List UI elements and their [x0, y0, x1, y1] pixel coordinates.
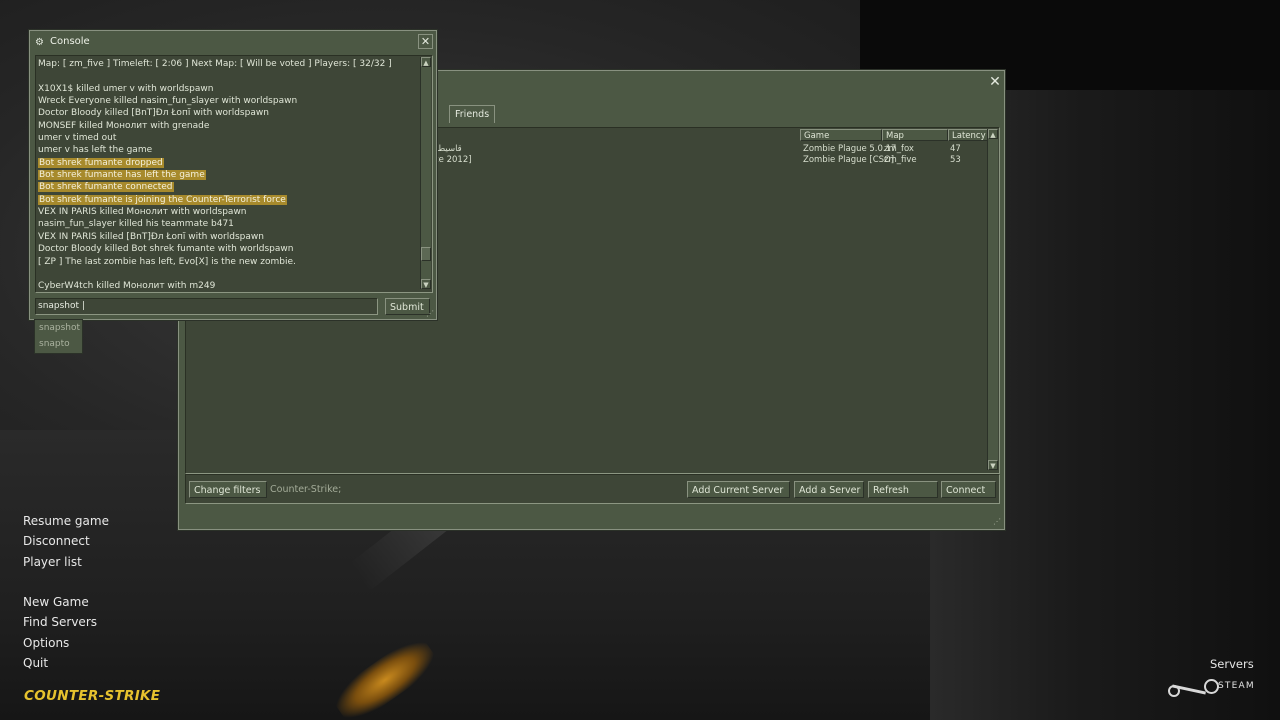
autocomplete-item[interactable]: snapshot [35, 320, 82, 336]
console-line: Wreck Everyone killed nasim_fun_slayer w… [38, 95, 416, 107]
server-name: ce 2012] [434, 155, 472, 165]
console-log: Map: [ zm_five ] Timeleft: [ 2:06 ] Next… [35, 55, 433, 293]
scrollbar-thumb[interactable] [421, 247, 431, 261]
close-icon[interactable]: ✕ [418, 34, 433, 49]
console-line-text: Wreck Everyone killed nasim_fun_slayer w… [38, 96, 298, 107]
console-command-input[interactable]: snapshot | [35, 298, 378, 315]
steam-icon: ⚙ [35, 37, 44, 48]
menu-disconnect[interactable]: Disconnect [23, 531, 109, 551]
console-line: umer v has left the game [38, 144, 416, 156]
console-line: umer v timed out [38, 132, 416, 144]
autocomplete-dropdown: snapshot snapto [34, 319, 83, 354]
menu-find-servers[interactable]: Find Servers [23, 612, 97, 632]
console-line: CyberW4tch killed Монолит with m249 [38, 280, 416, 292]
change-filters-button[interactable]: Change filters [189, 481, 267, 498]
console-line: Bot shrek fumante has left the game [38, 169, 416, 181]
add-server-button[interactable]: Add a Server [794, 481, 864, 498]
steam-logo-circle [1204, 679, 1219, 694]
console-line: Bot shrek fumante is joining the Counter… [38, 194, 416, 206]
console-line: X10X1$ killed umer v with worldspawn [38, 83, 416, 95]
server-list-scrollbar[interactable]: ▲ ▼ [987, 129, 998, 470]
console-line: MONSEF killed Монолит with grenade [38, 120, 416, 132]
add-current-server-button[interactable]: Add Current Server [687, 481, 790, 498]
column-header-latency[interactable]: Latency [948, 129, 992, 141]
steam-wordmark: STEAM [1218, 681, 1255, 691]
console-lines: Map: [ zm_five ] Timeleft: [ 2:06 ] Next… [38, 58, 416, 292]
resize-grip-icon[interactable]: ⋰ [993, 517, 1001, 526]
menu-options[interactable]: Options [23, 633, 97, 653]
console-line-text: X10X1$ killed umer v with worldspawn [38, 83, 214, 94]
resize-grip-icon[interactable]: ⋰ [426, 309, 434, 318]
server-name: [قاسيط [434, 144, 462, 154]
console-line: VEX IN PARIS killed [BnT]Đл Łопĭ with wo… [38, 231, 416, 243]
console-line: Map: [ zm_five ] Timeleft: [ 2:06 ] Next… [38, 58, 416, 70]
console-line: nasim_fun_slayer killed his teammate b47… [38, 218, 416, 230]
console-line-highlighted-text: Bot shrek fumante has left the game [38, 170, 206, 181]
close-icon[interactable]: ✕ [988, 75, 1002, 89]
menu-new-game[interactable]: New Game [23, 592, 97, 612]
servers-label[interactable]: Servers [1210, 657, 1254, 671]
menu-quit[interactable]: Quit [23, 653, 97, 673]
console-line-highlighted-text: Bot shrek fumante dropped [38, 157, 164, 168]
menu-player-list[interactable]: Player list [23, 552, 109, 572]
console-line-text: Doctor Bloody killed [BnT]Đл Łопĭ with w… [38, 108, 269, 119]
console-line: VEX IN PARIS killed Монолит with worldsp… [38, 206, 416, 218]
console-line: [ ZP ] The last zombie has left, Evo[X] … [38, 256, 416, 268]
scroll-up-arrow-icon[interactable]: ▲ [988, 129, 998, 139]
autocomplete-item[interactable]: snapto [35, 336, 82, 352]
console-line-text: umer v timed out [38, 133, 117, 144]
tab-friends[interactable]: Friends [449, 105, 496, 123]
scroll-down-arrow-icon[interactable]: ▼ [421, 279, 431, 289]
scroll-up-arrow-icon[interactable]: ▲ [421, 57, 431, 67]
counter-strike-logo: COUNTER-STRIKE [24, 688, 161, 704]
console-line-text: VEX IN PARIS killed [BnT]Đл Łопĭ with wo… [38, 231, 264, 242]
console-line-highlighted-text: Bot shrek fumante is joining the Counter… [38, 194, 287, 205]
scroll-down-arrow-icon[interactable]: ▼ [988, 460, 998, 470]
console-scrollbar[interactable]: ▲ ▼ [420, 57, 431, 289]
console-line-text: CyberW4tch killed Монолит with m249 [38, 281, 216, 292]
console-line: Doctor Bloody killed Bot shrek fumante w… [38, 243, 416, 255]
submit-button[interactable]: Submit [385, 298, 430, 315]
console-window: ⚙ Console ✕ Map: [ zm_five ] Timeleft: [… [29, 30, 437, 320]
console-line-highlighted-text: Bot shrek fumante connected [38, 182, 174, 193]
console-line-text: umer v has left the game [38, 145, 153, 156]
server-game: Zombie Plague [CSO] [803, 155, 895, 165]
console-line-text: MONSEF killed Монолит with grenade [38, 120, 210, 131]
server-game: Zombie Plague 5.0.17 [803, 144, 897, 154]
refresh-button[interactable]: Refresh [868, 481, 938, 498]
connect-button[interactable]: Connect [941, 481, 996, 498]
menu-resume-game[interactable]: Resume game [23, 511, 109, 531]
console-line-text: [ ZP ] The last zombie has left, Evo[X] … [38, 256, 296, 267]
console-line-text: nasim_fun_slayer killed his teammate b47… [38, 219, 234, 230]
filter-summary: Counter-Strike; [270, 484, 342, 495]
column-header-map[interactable]: Map [882, 129, 948, 141]
console-title: Console [50, 36, 90, 47]
console-line-text: Doctor Bloody killed Bot shrek fumante w… [38, 244, 294, 255]
console-line: Bot shrek fumante connected [38, 181, 416, 193]
console-line: Doctor Bloody killed [BnT]Đл Łопĭ with w… [38, 107, 416, 119]
server-latency: 47 [950, 144, 961, 154]
server-map: zm_five [884, 155, 917, 165]
console-line: Bot shrek fumante dropped [38, 157, 416, 169]
console-line-text: VEX IN PARIS killed Монолит with worldsp… [38, 207, 247, 218]
server-map: zm_fox [884, 144, 914, 154]
server-latency: 53 [950, 155, 961, 165]
main-menu-group-1: Resume game Disconnect Player list [23, 511, 109, 572]
steam-logo: STEAM [1168, 679, 1258, 699]
column-header-game[interactable]: Game [800, 129, 882, 141]
main-menu-group-2: New Game Find Servers Options Quit [23, 592, 97, 674]
console-line-text: Map: [ zm_five ] Timeleft: [ 2:06 ] Next… [38, 59, 392, 69]
